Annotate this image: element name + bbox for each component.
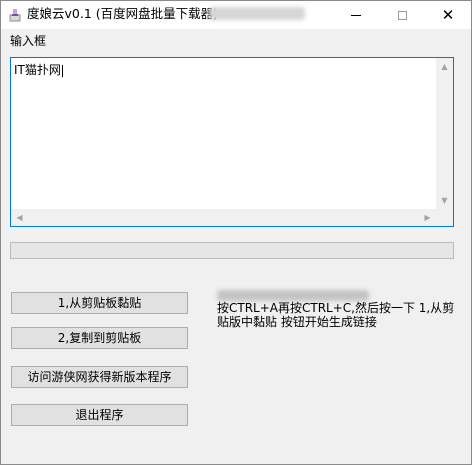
minimize-button[interactable] [333,1,379,29]
title-bar[interactable]: 度娘云v0.1 (百度网盘批量下载器) ✕ [1,1,471,29]
chevron-up-icon: ▲ [441,61,448,71]
text-caret [61,64,63,77]
hint-redacted-region [217,290,369,301]
scroll-right-button[interactable]: ▶ [419,209,436,226]
chevron-right-icon: ▶ [424,212,431,222]
input-textarea[interactable]: IT猫扑网 ▲ ▼ ◀ ▶ [10,57,454,227]
textarea-content: IT猫扑网 [14,63,63,77]
scroll-down-button[interactable]: ▼ [436,192,453,209]
chevron-left-icon: ◀ [16,212,23,222]
vertical-scrollbar[interactable]: ▲ ▼ [436,58,453,209]
title-redacted-region [209,7,305,20]
progress-bar [10,242,454,259]
exit-button[interactable]: 退出程序 [11,404,188,426]
paste-from-clipboard-button[interactable]: 1,从剪贴板黏贴 [11,292,188,314]
scroll-left-button[interactable]: ◀ [11,209,28,226]
maximize-icon [397,10,407,20]
copy-to-clipboard-button[interactable]: 2,复制到剪贴板 [11,327,188,349]
scroll-up-button[interactable]: ▲ [436,58,453,75]
minimize-icon [351,14,361,16]
chevron-down-icon: ▼ [441,195,448,205]
horizontal-scrollbar[interactable]: ◀ ▶ [11,209,436,226]
close-icon: ✕ [441,5,455,24]
instruction-text: 按CTRL+A再按CTRL+C,然后按一下 1,从剪贴版中黏贴 按钮开始生成链接 [217,301,455,329]
app-window: 度娘云v0.1 (百度网盘批量下载器) ✕ 输入框 IT猫扑网 ▲ ▼ ◀ ▶ … [0,0,472,465]
scrollbar-corner [436,209,453,226]
maximize-button[interactable] [379,1,425,29]
app-icon [9,9,21,22]
close-button[interactable]: ✕ [425,1,471,29]
visit-website-button[interactable]: 访问游侠网获得新版本程序 [11,366,188,388]
window-title: 度娘云v0.1 (百度网盘批量下载器) [27,6,219,21]
input-label: 输入框 [10,34,47,48]
textarea-value: IT猫扑网 [14,63,61,77]
